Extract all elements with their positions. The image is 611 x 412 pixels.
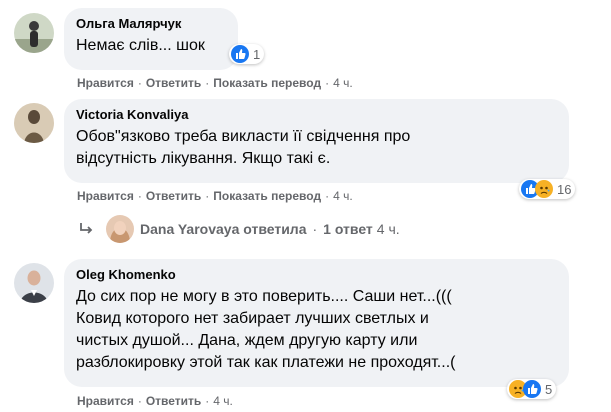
- reply-arrow-icon: [80, 223, 93, 234]
- comment-actions: Нравится · Ответить · 4 ч.: [77, 394, 233, 408]
- like-button[interactable]: Нравится: [77, 394, 134, 408]
- comment-text: Немає слів... шок: [76, 37, 205, 54]
- sad-icon: [535, 180, 553, 198]
- reply-count[interactable]: 1 ответ: [323, 221, 373, 237]
- reply-button[interactable]: Ответить: [146, 189, 201, 203]
- reply-button[interactable]: Ответить: [146, 394, 201, 408]
- comment-time[interactable]: 4 ч.: [333, 189, 353, 203]
- reply-time: 4 ч.: [376, 221, 400, 237]
- like-icon: [523, 380, 541, 398]
- avatar[interactable]: [106, 215, 134, 243]
- like-icon: [231, 45, 249, 63]
- reply-button[interactable]: Ответить: [146, 76, 201, 90]
- translate-button[interactable]: Показать перевод: [213, 189, 321, 203]
- comment-author[interactable]: Ольга Малярчук: [76, 16, 226, 32]
- comment-time[interactable]: 4 ч.: [213, 394, 233, 408]
- comment-text: Обов"язково треба викласти її свідчення …: [76, 128, 411, 167]
- reply-verb[interactable]: ответила: [243, 221, 306, 237]
- comment-author[interactable]: Oleg Khomenko: [76, 267, 557, 283]
- reply-author[interactable]: Dana Yarovaya: [140, 221, 239, 237]
- comment-time[interactable]: 4 ч.: [333, 76, 353, 90]
- comment-bubble: Oleg Khomenko До сих пор не могу в это п…: [64, 259, 569, 387]
- reaction-summary[interactable]: 1: [229, 44, 265, 64]
- avatar[interactable]: [14, 103, 54, 143]
- translate-button[interactable]: Показать перевод: [213, 76, 321, 90]
- avatar[interactable]: [14, 263, 54, 303]
- comment-actions: Нравится · Ответить · Показать перевод · 4 ч.: [77, 189, 353, 203]
- avatar[interactable]: [14, 13, 54, 53]
- comment-bubble: Victoria Konvaliya Обов"язково треба вик…: [64, 99, 569, 183]
- like-button[interactable]: Нравится: [77, 189, 134, 203]
- comment-actions: Нравится · Ответить · Показать перевод · 4 ч.: [77, 76, 353, 90]
- reaction-count: 5: [545, 381, 553, 397]
- reaction-count: 16: [557, 181, 572, 197]
- comment-author[interactable]: Victoria Konvaliya: [76, 107, 557, 123]
- comment-bubble: Ольга Малярчук Немає слів... шок: [64, 8, 238, 70]
- reaction-count: 1: [253, 46, 261, 62]
- comment-text: До сих пор не могу в это поверить.... Са…: [76, 288, 456, 371]
- reaction-summary[interactable]: 5: [507, 379, 557, 399]
- view-replies-link[interactable]: Dana Yarovaya ответила · 1 ответ 4 ч.: [78, 213, 400, 245]
- like-button[interactable]: Нравится: [77, 76, 134, 90]
- reaction-summary[interactable]: 16: [519, 179, 576, 199]
